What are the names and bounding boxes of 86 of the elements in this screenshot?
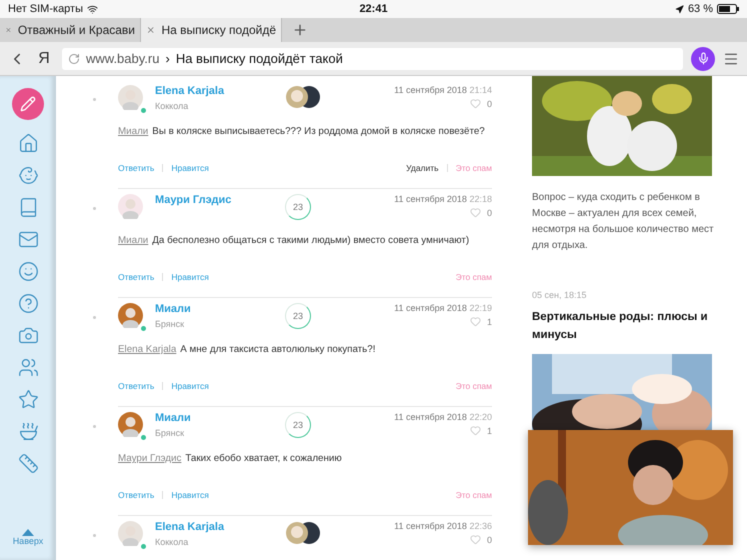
ruler-icon[interactable]	[18, 453, 38, 474]
spam-link[interactable]: Это спам	[456, 381, 492, 391]
spam-link[interactable]: Это спам	[456, 490, 492, 500]
like-count: 1	[486, 426, 492, 436]
help-icon[interactable]	[18, 293, 38, 314]
camera-icon[interactable]	[18, 325, 38, 346]
spam-link[interactable]: Это спам	[456, 272, 492, 282]
comment-action-link[interactable]: Нравится	[171, 490, 209, 500]
back-to-top-link[interactable]: Наверх	[12, 529, 44, 546]
close-icon[interactable]	[146, 25, 156, 35]
comment-action-link[interactable]: Ответить	[118, 490, 154, 500]
comment-time: 22:19	[469, 303, 492, 313]
comment-date: 11 сентября 2018	[394, 85, 467, 95]
voice-search-button[interactable]	[691, 46, 715, 70]
browser-tab[interactable]: На выписку подойдё	[141, 18, 282, 42]
comment-date: 11 сентября 2018	[394, 194, 467, 204]
article-teaser: Вопрос – куда сходить с ребенком в Москве – актуален для всех семей, несмотря на большое количество мест для отдыха.	[532, 191, 715, 253]
like-icon[interactable]	[470, 425, 481, 436]
like-icon[interactable]	[470, 316, 481, 327]
pencil-icon	[20, 96, 36, 112]
comment-action-link[interactable]: Ответить	[118, 272, 154, 282]
rating-badge: 23	[285, 303, 311, 329]
clock-time: 22:41	[359, 3, 388, 15]
like-icon[interactable]	[470, 207, 481, 218]
comment-date: 11 сентября 2018	[394, 521, 467, 531]
delete-link[interactable]: Удалить	[406, 163, 439, 173]
microphone-icon	[696, 52, 710, 65]
author-name[interactable]: Elena Karjala	[155, 521, 285, 533]
comment-time: 21:14	[469, 85, 492, 95]
baby-icon[interactable]	[18, 165, 38, 186]
article-date: 05 сен, 18:15	[532, 290, 588, 300]
battery-percent: 63 %	[688, 3, 714, 15]
carrier-text: Нет SIM-карты	[8, 3, 84, 15]
comment-text: Elena Karjala А мне для таксиста автолюльку покупать?!	[118, 343, 376, 357]
comment-action-link[interactable]: Ответить	[118, 381, 154, 391]
comment-time: 22:18	[469, 194, 492, 204]
author-name[interactable]: Маури Глэдис	[155, 194, 285, 206]
browser-logo[interactable]: Я	[34, 50, 54, 68]
like-icon[interactable]	[470, 534, 481, 545]
comment-action-link[interactable]: Ответить	[118, 163, 154, 173]
pot-icon[interactable]	[18, 421, 38, 442]
rating-badge: 23	[285, 412, 311, 438]
author-city: Брянск	[155, 428, 186, 438]
author-city: Коккола	[155, 537, 190, 547]
close-icon[interactable]	[5, 25, 12, 35]
author-name[interactable]: Миали	[155, 303, 285, 315]
like-count: 1	[486, 316, 492, 326]
comment-action-link[interactable]: Нравится	[171, 163, 209, 173]
comment-action-link[interactable]: Нравится	[171, 381, 209, 391]
battery-icon	[717, 4, 740, 14]
spam-link[interactable]: Это спам	[456, 163, 492, 173]
comment-time: 22:36	[469, 521, 492, 531]
menu-icon[interactable]	[723, 50, 739, 66]
address-field[interactable]: www.baby.ru › На выписку подойдёт такой	[62, 48, 683, 70]
star-icon[interactable]	[18, 389, 38, 410]
mention-link[interactable]: Миали	[118, 235, 148, 246]
comment-date: 11 сентября 2018	[394, 303, 467, 313]
comment-text: Маури Глэдис Таких ебобо хватает, к сожалению	[118, 452, 343, 466]
like-count: 0	[486, 98, 492, 108]
comment-time: 22:20	[469, 412, 492, 422]
comment-text: Миали Да бесполезно общаться с такими людьми) вместо совета умничают)	[118, 234, 470, 248]
mention-link[interactable]: Маури Глэдис	[118, 453, 182, 464]
mention-link[interactable]: Elena Karjala	[118, 344, 176, 355]
comment-action-link[interactable]: Нравится	[171, 272, 209, 282]
author-city: Коккола	[155, 101, 190, 111]
house-icon[interactable]	[18, 133, 38, 154]
up-arrow-icon	[22, 529, 34, 536]
author-name[interactable]: Elena Karjala	[155, 85, 285, 97]
write-button[interactable]	[12, 88, 44, 120]
comment-text: Миали Вы в коляске выписываетесь??? Из роддома домой в коляске повезёте?	[118, 125, 486, 139]
new-tab-icon[interactable]	[292, 22, 308, 38]
mention-link[interactable]: Миали	[118, 126, 148, 137]
face-icon[interactable]	[18, 261, 38, 282]
like-icon[interactable]	[470, 98, 481, 109]
like-count: 0	[486, 534, 492, 544]
like-count: 0	[486, 208, 492, 218]
reload-icon[interactable]	[68, 52, 80, 64]
comment-date: 11 сентября 2018	[394, 412, 467, 422]
envelope-icon[interactable]	[18, 229, 38, 250]
article-title[interactable]: Вертикальные роды: плюсы и минусы	[532, 308, 722, 344]
wifi-icon	[87, 4, 98, 14]
author-city: Брянск	[155, 319, 186, 329]
location-arrow-icon	[674, 4, 684, 14]
people-icon[interactable]	[18, 357, 38, 378]
rating-badge: 23	[285, 194, 311, 220]
author-name[interactable]: Миали	[155, 412, 285, 424]
